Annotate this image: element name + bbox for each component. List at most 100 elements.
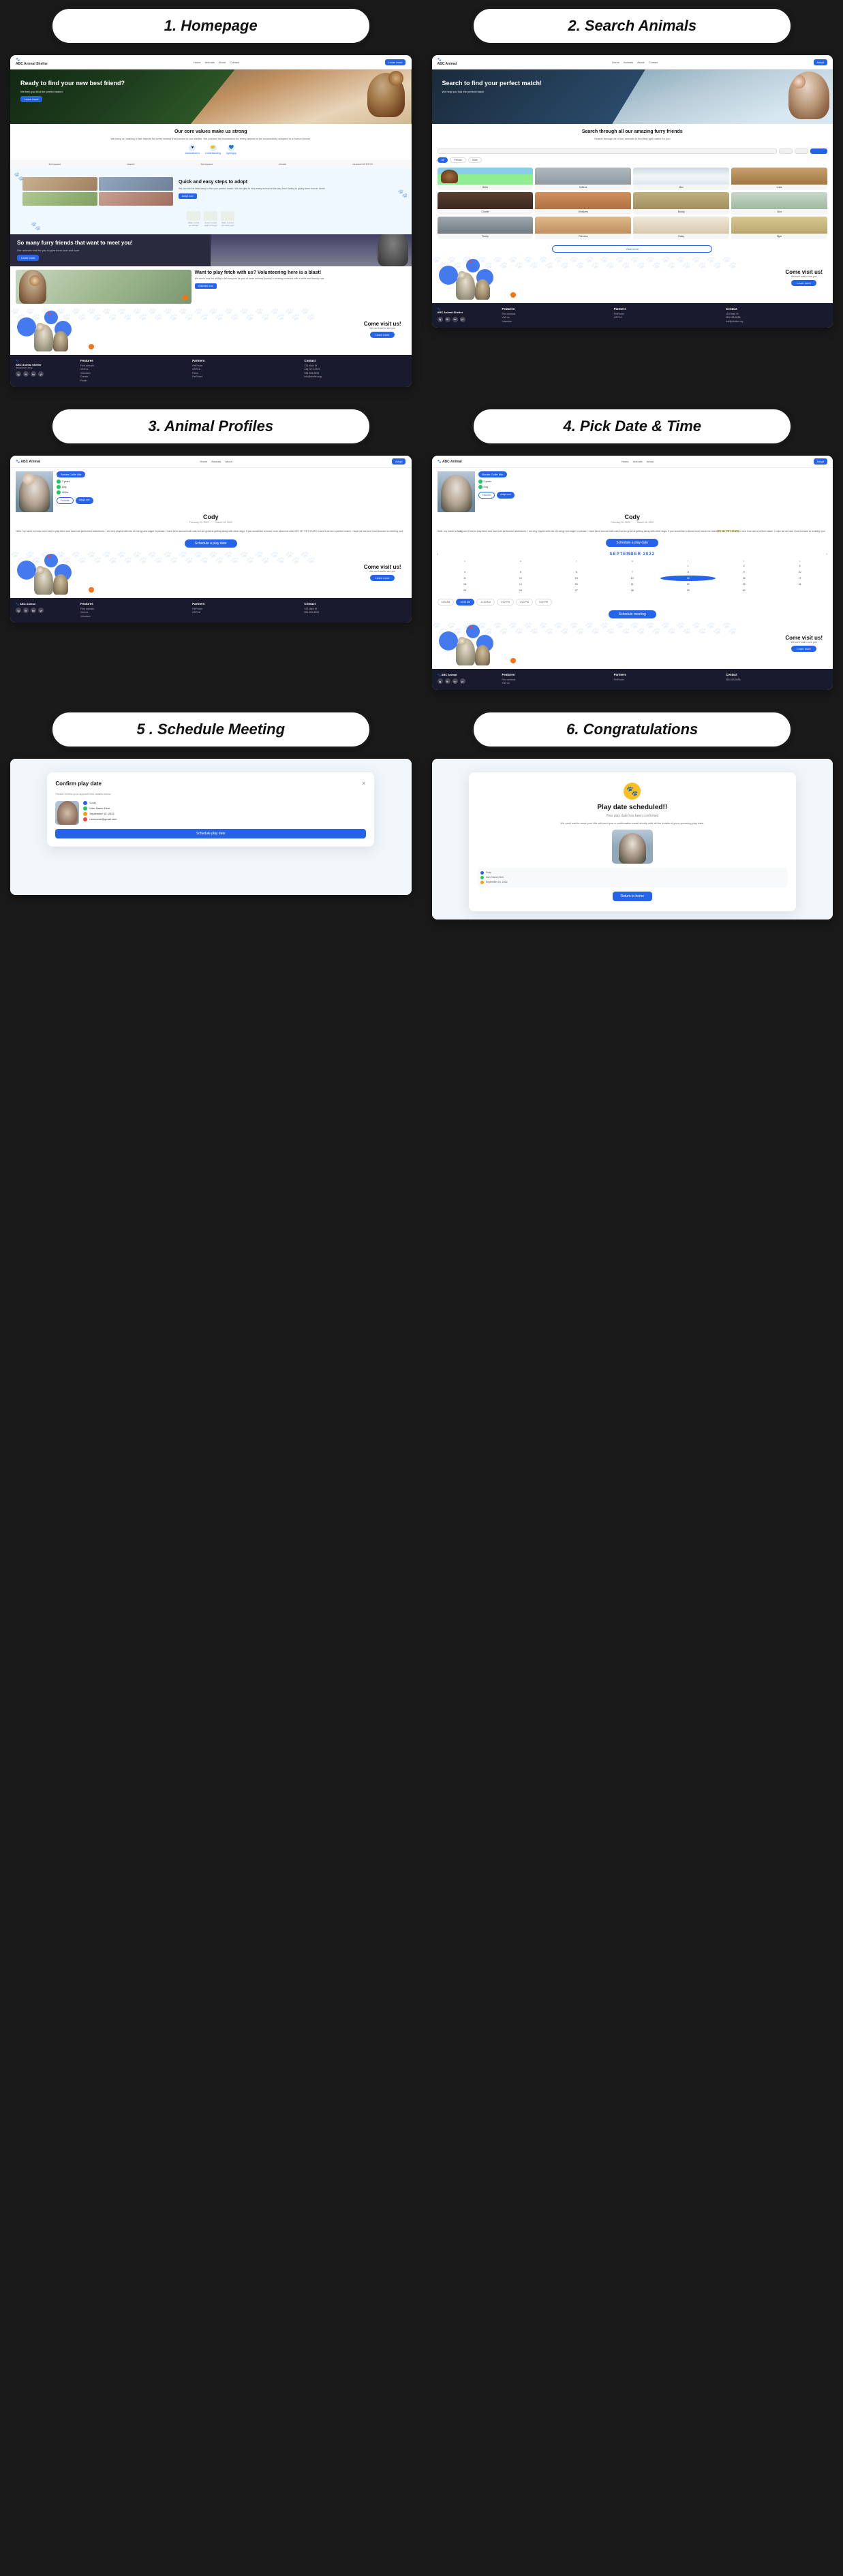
youtube-icon-4[interactable]: yt (460, 678, 465, 684)
schedule-btn-profile[interactable]: Schedule a play date (185, 539, 237, 548)
animal-card-1[interactable]: Bella (438, 168, 534, 190)
dark-section-1: So many furry friends that want to meet … (10, 234, 412, 266)
nav-logo-1: 🐾 ABC Animal Shelter (16, 58, 48, 66)
age-icon (57, 480, 61, 484)
footer-col-partners-2: Partners PetFinder ASPCA (614, 307, 716, 324)
animal-grid-2: Bella Mittens Max Luna Charlie (432, 164, 833, 242)
cal-prev[interactable]: ‹ (438, 552, 439, 556)
youtube-icon[interactable]: yt (38, 371, 44, 377)
time-slot-5[interactable]: 2:00 PM (516, 599, 533, 606)
section-schedule: 5 . Schedule Meeting Confirm play date ✕… (0, 704, 422, 933)
footer-col-contact-1: Contact 123 Main St City, ST 12345 555-5… (304, 359, 405, 383)
nav-btn-3[interactable]: Adopt (392, 458, 405, 465)
animal-card-6[interactable]: Whiskers (535, 192, 631, 215)
twitter-icon[interactable]: tw (31, 371, 36, 377)
animal-card-3[interactable]: Max (633, 168, 729, 190)
time-slots: 9:00 AM 10:00 AM 11:00 AM 1:00 PM 2:00 P… (432, 597, 833, 608)
come-visit-btn-1[interactable]: Learn more (370, 332, 395, 338)
instagram-icon-2[interactable]: ig (438, 317, 443, 322)
search-submit-btn[interactable] (810, 148, 827, 154)
animal-card-7[interactable]: Buddy (633, 192, 729, 215)
filter-all[interactable]: All (438, 157, 448, 163)
animal-card-10[interactable]: Princess (535, 217, 631, 239)
instagram-icon-4[interactable]: ig (438, 678, 443, 684)
schedule-mockup: Confirm play date ✕ Please review your a… (10, 759, 412, 895)
favorite-btn[interactable]: Favorite (57, 497, 74, 504)
filter-btn-2[interactable] (795, 148, 808, 154)
come-visit-btn-2[interactable]: Learn more (791, 280, 816, 286)
schedule-btn-4[interactable]: Schedule a play date (606, 539, 658, 547)
steps-title: Quick and easy steps to adopt (179, 179, 397, 185)
animal-card-12[interactable]: Tiger (731, 217, 827, 239)
adopt-btn-4[interactable]: Adopt me! (497, 492, 515, 499)
profile-dates-4: February 20, 2022 March 18, 2022 (438, 521, 828, 524)
search-input[interactable] (438, 148, 778, 154)
value-item-2: 🤝 Understanding (205, 144, 221, 155)
schedule-btn-4b[interactable]: Schedule meeting (609, 610, 656, 618)
animal-card-11[interactable]: Daisy (633, 217, 729, 239)
facebook-icon-2[interactable]: fb (445, 317, 450, 322)
animal-card-4[interactable]: Luna (731, 168, 827, 190)
cal-next[interactable]: › (826, 552, 827, 556)
time-slot-2[interactable]: 10:00 AM (456, 599, 474, 606)
favorite-btn-4[interactable]: Favorite (478, 492, 495, 499)
footer-1: 🐾 ABC Animal Shelter Adopt don't shop ig… (10, 355, 412, 388)
instagram-icon[interactable]: ig (16, 371, 21, 377)
filter-female[interactable]: Female (450, 157, 466, 163)
cal-month-label: SEPTEMBER 2022 (610, 552, 655, 556)
twitter-icon-3[interactable]: tw (31, 608, 36, 613)
modal-dog-thumb (55, 801, 79, 825)
animal-card-2[interactable]: Mittens (535, 168, 631, 190)
dog-group-1 (34, 314, 68, 351)
blue-blob-3-1 (17, 561, 36, 580)
core-values-title: Our core values make us strong (17, 129, 405, 134)
facebook-icon[interactable]: fb (23, 371, 29, 377)
time-slot-1[interactable]: 9:00 AM (438, 599, 455, 606)
time-slot-4[interactable]: 1:00 PM (497, 599, 514, 606)
core-values-section: Our core values make us strong We keep o… (10, 124, 412, 160)
hero-2-dog-img (612, 69, 833, 124)
dog-group-3 (34, 557, 68, 595)
youtube-icon-2[interactable]: yt (460, 317, 465, 322)
hero-1: Ready to find your new best friend? We h… (10, 69, 412, 124)
congratulations-mockup: 🐾 Play date scheduled!! Your play date h… (432, 759, 833, 920)
animal-card-9[interactable]: Rocky (438, 217, 534, 239)
view-more-btn-2[interactable]: View more (552, 245, 712, 253)
adopt-btn-1[interactable]: Adopt now (179, 193, 197, 199)
confirm-row: Cody User Name Here September 15, 2022 (55, 801, 366, 825)
facebook-icon-3[interactable]: fb (23, 608, 29, 613)
search-section-title: Search through all our amazing furry fri… (432, 124, 833, 146)
adopt-btn-profile[interactable]: Adopt me! (76, 497, 93, 504)
animal-card-8[interactable]: Cleo (731, 192, 827, 215)
come-visit-btn-4[interactable]: Learn more (791, 646, 816, 652)
nav-btn-1[interactable]: Learn more (385, 59, 405, 65)
schedule-confirm-btn[interactable]: Schedule play date (55, 829, 366, 838)
filter-btn-1[interactable] (779, 148, 793, 154)
calendar: ‹ SEPTEMBER 2022 › S M T W T F S (432, 549, 833, 597)
blue-blob-4-1 (439, 631, 458, 650)
twitter-icon-2[interactable]: tw (453, 317, 458, 322)
twitter-icon-4[interactable]: tw (453, 678, 458, 684)
animal-card-5[interactable]: Charlie (438, 192, 534, 215)
nav-btn-4[interactable]: Adopt (814, 458, 827, 465)
footer-social-1: ig fb tw yt (16, 371, 70, 377)
section-1-label: 1. Homepage (50, 7, 371, 45)
modal-overlay-congrats: 🐾 Play date scheduled!! Your play date h… (432, 759, 833, 920)
come-visit-btn-3[interactable]: Learn more (370, 575, 395, 581)
time-slot-6[interactable]: 3:00 PM (535, 599, 552, 606)
time-slot-3[interactable]: 11:00 AM (476, 599, 495, 606)
blue-blob-2-1 (439, 266, 458, 285)
nav-btn-2[interactable]: Adopt (814, 59, 827, 65)
instagram-icon-3[interactable]: ig (16, 608, 21, 613)
hero-btn-1[interactable]: Learn more (20, 96, 42, 102)
volunteer-btn[interactable]: Volunteer now (195, 283, 217, 289)
return-home-btn[interactable]: Return to home (613, 892, 652, 901)
homepage-mockup: 🐾 ABC Animal Shelter Home Animals About … (10, 55, 412, 387)
come-visit-text-4: Come visit us! We can't wait to see you … (785, 635, 823, 652)
selected-day[interactable]: 15 (660, 576, 716, 581)
filter-male[interactable]: Male (468, 157, 482, 163)
facebook-icon-4[interactable]: fb (445, 678, 450, 684)
dark-btn-1[interactable]: Learn more (17, 255, 39, 261)
youtube-icon-3[interactable]: yt (38, 608, 44, 613)
modal-close-icon[interactable]: ✕ (361, 781, 366, 787)
